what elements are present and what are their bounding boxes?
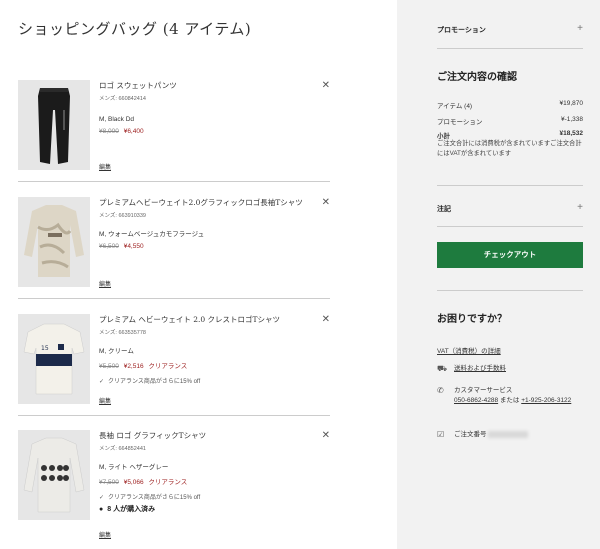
original-price: ¥5,500 bbox=[99, 363, 119, 370]
sale-price: ¥4,550 bbox=[123, 243, 144, 250]
remove-item-icon[interactable]: ✕ bbox=[322, 197, 330, 208]
tax-note: ご注文合計には消費税が含まれていますご注文合計にはVATが含まれています bbox=[437, 140, 582, 157]
help-title: お困りですか？ bbox=[437, 314, 507, 325]
product-image[interactable] bbox=[18, 80, 90, 170]
customer-service-label: カスタマーサービス bbox=[454, 387, 513, 394]
summary-value: ¥19,870 bbox=[559, 100, 584, 107]
or-text: または bbox=[499, 397, 520, 404]
phone-link-1[interactable]: 050-6862-4288 bbox=[454, 397, 498, 404]
cart-item: 15 プレミアム ヘビーウェイト 2.0 クレストロゴTシャツ メンズ: 663… bbox=[18, 314, 330, 416]
original-price: ¥8,000 bbox=[99, 128, 119, 135]
vat-link[interactable]: VAT（消費税）の詳細 bbox=[437, 345, 501, 355]
product-image[interactable] bbox=[18, 430, 90, 520]
product-code: メンズ: 660842414 bbox=[99, 96, 146, 102]
price-row: ¥8,000 ¥6,400 bbox=[99, 128, 309, 135]
price-row: ¥7,500 ¥5,066 クリアランス bbox=[99, 476, 309, 486]
truck-icon: ⛟ bbox=[437, 364, 448, 373]
cart-item: 長袖 ロゴ グラフィックTシャツ メンズ: 664852441 M, ライト ヘ… bbox=[18, 430, 330, 542]
bag-panel: ショッピングバッグ (4 アイテム) ロゴ スウェットパンツ メンズ: 6608… bbox=[0, 0, 397, 549]
item-info: プレミアムヘビーウェイト2.0グラフィックロゴ長袖Tシャツ メンズ: 66391… bbox=[99, 197, 309, 250]
original-price: ¥7,500 bbox=[99, 479, 119, 486]
plus-icon[interactable]: + bbox=[577, 202, 583, 213]
vat-link-text[interactable]: VAT（消費税）の詳細 bbox=[437, 348, 501, 355]
cart-item: プレミアムヘビーウェイト2.0グラフィックロゴ長袖Tシャツ メンズ: 66391… bbox=[18, 197, 330, 299]
price-row: ¥6,500 ¥4,550 bbox=[99, 243, 309, 250]
summary-label: アイテム (4) bbox=[437, 103, 473, 110]
notes-accordion[interactable]: 注記 + bbox=[437, 202, 583, 214]
item-info: 長袖 ロゴ グラフィックTシャツ メンズ: 664852441 M, ライト ヘ… bbox=[99, 430, 309, 501]
product-name[interactable]: ロゴ スウェットパンツ bbox=[99, 80, 309, 91]
phone-icon: ✆ bbox=[437, 386, 444, 395]
product-code: メンズ: 663535778 bbox=[99, 330, 146, 336]
purchase-count-text: 8 人が購入済み bbox=[107, 506, 156, 513]
svg-text:15: 15 bbox=[41, 345, 49, 352]
checkout-button[interactable]: チェックアウト bbox=[437, 242, 583, 268]
sale-price: ¥2,516 bbox=[123, 363, 144, 370]
order-summary-panel: プロモーション + ご注文内容の確認 アイテム (4) ¥19,870 プロモー… bbox=[397, 0, 600, 549]
sale-price: ¥6,400 bbox=[123, 128, 144, 135]
original-price: ¥6,500 bbox=[99, 243, 119, 250]
divider bbox=[437, 185, 583, 186]
remove-item-icon[interactable]: ✕ bbox=[322, 314, 330, 325]
product-variant: M, クリーム bbox=[99, 348, 134, 355]
summary-title: ご注文内容の確認 bbox=[437, 72, 517, 83]
phone-link-2[interactable]: +1-925-206-3122 bbox=[521, 397, 571, 404]
summary-value: ¥18,532 bbox=[559, 130, 584, 137]
shipping-link-text[interactable]: 送料および手数料 bbox=[454, 365, 506, 372]
divider bbox=[437, 226, 583, 227]
promotion-accordion[interactable]: プロモーション + bbox=[437, 23, 583, 35]
summary-label: プロモーション bbox=[437, 119, 483, 126]
product-code: メンズ: 663910339 bbox=[99, 213, 146, 219]
discount-note: ✓ クリアランス商品がさらに15% off bbox=[99, 376, 309, 385]
order-number-label: ご注文番号 bbox=[454, 431, 487, 438]
remove-item-icon[interactable]: ✕ bbox=[322, 430, 330, 441]
fire-icon: ● bbox=[99, 506, 104, 513]
product-image[interactable]: 15 bbox=[18, 314, 90, 404]
clearance-tag: クリアランス bbox=[148, 479, 188, 486]
summary-row-promotion: プロモーション ¥-1,338 bbox=[437, 116, 583, 126]
divider bbox=[437, 48, 583, 49]
check-icon: ✓ bbox=[99, 495, 105, 501]
item-info: プレミアム ヘビーウェイト 2.0 クレストロゴTシャツ メンズ: 663535… bbox=[99, 314, 309, 385]
summary-value: ¥-1,338 bbox=[560, 116, 583, 123]
product-name[interactable]: プレミアムヘビーウェイト2.0グラフィックロゴ長袖Tシャツ bbox=[99, 197, 309, 208]
discount-note-text: クリアランス商品がさらに15% off bbox=[108, 379, 201, 385]
product-name[interactable]: プレミアム ヘビーウェイト 2.0 クレストロゴTシャツ bbox=[99, 314, 309, 325]
price-row: ¥5,500 ¥2,516 クリアランス bbox=[99, 360, 309, 370]
notes-label: 注記 bbox=[437, 206, 451, 213]
promotion-label: プロモーション bbox=[437, 27, 486, 34]
edit-link[interactable]: 編集 bbox=[99, 396, 111, 405]
product-image[interactable] bbox=[18, 197, 90, 287]
edit-link[interactable]: 編集 bbox=[99, 530, 111, 539]
summary-row-items: アイテム (4) ¥19,870 bbox=[437, 100, 583, 110]
customer-service: ✆ カスタマーサービス 050-6862-4288 または +1-925-206… bbox=[437, 386, 587, 418]
divider bbox=[437, 290, 583, 291]
product-variant: M, ウォームベージュカモフラージュ bbox=[99, 231, 205, 238]
purchase-count: ● 8 人が購入済み bbox=[99, 504, 155, 514]
sale-price: ¥5,066 bbox=[123, 479, 144, 486]
plus-icon[interactable]: + bbox=[577, 23, 583, 34]
discount-note-text: クリアランス商品がさらに15% off bbox=[108, 495, 201, 501]
discount-note: ✓ クリアランス商品がさらに15% off bbox=[99, 492, 309, 501]
product-name[interactable]: 長袖 ロゴ グラフィックTシャツ bbox=[99, 430, 309, 441]
check-icon: ✓ bbox=[99, 379, 105, 385]
product-variant: M, Black Dd bbox=[99, 116, 135, 123]
remove-item-icon[interactable]: ✕ bbox=[322, 80, 330, 91]
redacted-order-number bbox=[488, 430, 529, 438]
cart-item: ロゴ スウェットパンツ メンズ: 660842414 M, Black Dd ¥… bbox=[18, 80, 330, 182]
edit-link[interactable]: 編集 bbox=[99, 162, 111, 171]
product-code: メンズ: 664852441 bbox=[99, 446, 146, 452]
product-variant: M, ライト ヘザーグレー bbox=[99, 464, 169, 471]
clearance-tag: クリアランス bbox=[148, 363, 188, 370]
page-title: ショッピングバッグ (4 アイテム) bbox=[18, 20, 252, 38]
edit-link[interactable]: 編集 bbox=[99, 279, 111, 288]
checkbox-icon: ☑ bbox=[437, 430, 445, 439]
item-info: ロゴ スウェットパンツ メンズ: 660842414 M, Black Dd ¥… bbox=[99, 80, 309, 135]
